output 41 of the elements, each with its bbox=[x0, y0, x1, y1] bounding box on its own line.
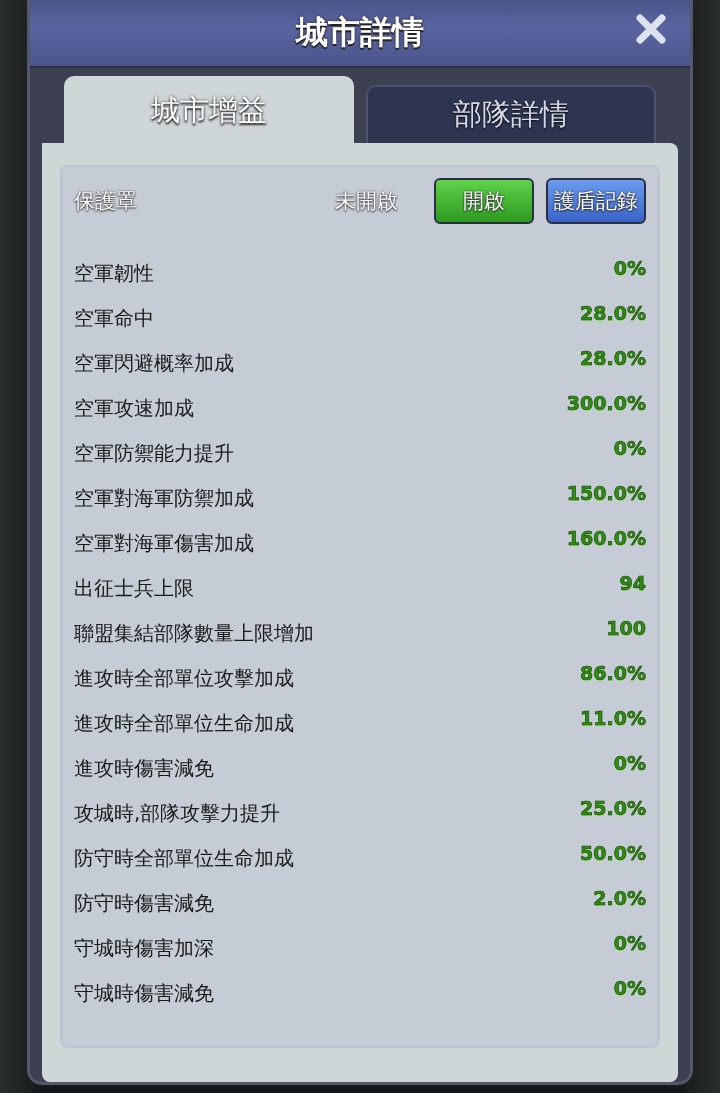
stat-value: 50.0% bbox=[580, 841, 646, 864]
stat-value: 150.0% bbox=[566, 481, 646, 504]
stat-name: 進攻時全部單位攻擊加成 bbox=[74, 665, 294, 692]
stat-value: 160.0% bbox=[566, 526, 646, 549]
stat-name: 聯盟集結部隊數量上限增加 bbox=[74, 620, 314, 647]
stat-name: 守城時傷害加深 bbox=[74, 935, 214, 962]
stat-name: 空軍命中 bbox=[74, 305, 154, 332]
shield-status: 未開啟 bbox=[335, 188, 398, 215]
stat-name: 空軍防禦能力提升 bbox=[74, 440, 234, 467]
shield-log-button[interactable]: 護盾記錄 bbox=[546, 178, 646, 224]
window-title: 城市詳情 bbox=[296, 12, 424, 53]
close-icon[interactable] bbox=[634, 12, 668, 46]
stat-name: 進攻時全部單位生命加成 bbox=[74, 710, 294, 737]
stat-value: 86.0% bbox=[580, 661, 646, 684]
stat-value: 2.0% bbox=[593, 886, 646, 909]
stat-value: 100 bbox=[606, 616, 646, 639]
stat-value: 0% bbox=[613, 436, 646, 459]
stat-value: 28.0% bbox=[580, 346, 646, 369]
stat-name: 空軍對海軍傷害加成 bbox=[74, 530, 254, 557]
stat-value: 28.0% bbox=[580, 301, 646, 324]
stat-value: 11.0% bbox=[580, 706, 646, 729]
stat-name: 守城時傷害減免 bbox=[74, 980, 214, 1007]
tab[interactable]: 部隊詳情 bbox=[366, 85, 656, 143]
stat-value: 0% bbox=[613, 256, 646, 279]
stat-name: 防守時傷害減免 bbox=[74, 890, 214, 917]
stat-name: 空軍攻速加成 bbox=[74, 395, 194, 422]
stat-value: 0% bbox=[613, 751, 646, 774]
stat-name: 出征士兵上限 bbox=[74, 575, 194, 602]
stat-value: 25.0% bbox=[580, 796, 646, 819]
stat-name: 攻城時,部隊攻擊力提升 bbox=[74, 800, 281, 827]
stat-name: 進攻時傷害減免 bbox=[74, 755, 214, 782]
stat-value: 0% bbox=[613, 976, 646, 999]
stat-name: 空軍閃避概率加成 bbox=[74, 350, 234, 377]
stat-value: 94 bbox=[619, 571, 646, 594]
stat-value: 0% bbox=[613, 931, 646, 954]
stat-name: 防守時全部單位生命加成 bbox=[74, 845, 294, 872]
stat-name: 空軍對海軍防禦加成 bbox=[74, 485, 254, 512]
open-button[interactable]: 開啟 bbox=[434, 178, 534, 224]
shield-label: 保護罩 bbox=[74, 188, 137, 215]
stat-value: 300.0% bbox=[566, 391, 646, 414]
stat-name: 空軍韌性 bbox=[74, 260, 154, 287]
